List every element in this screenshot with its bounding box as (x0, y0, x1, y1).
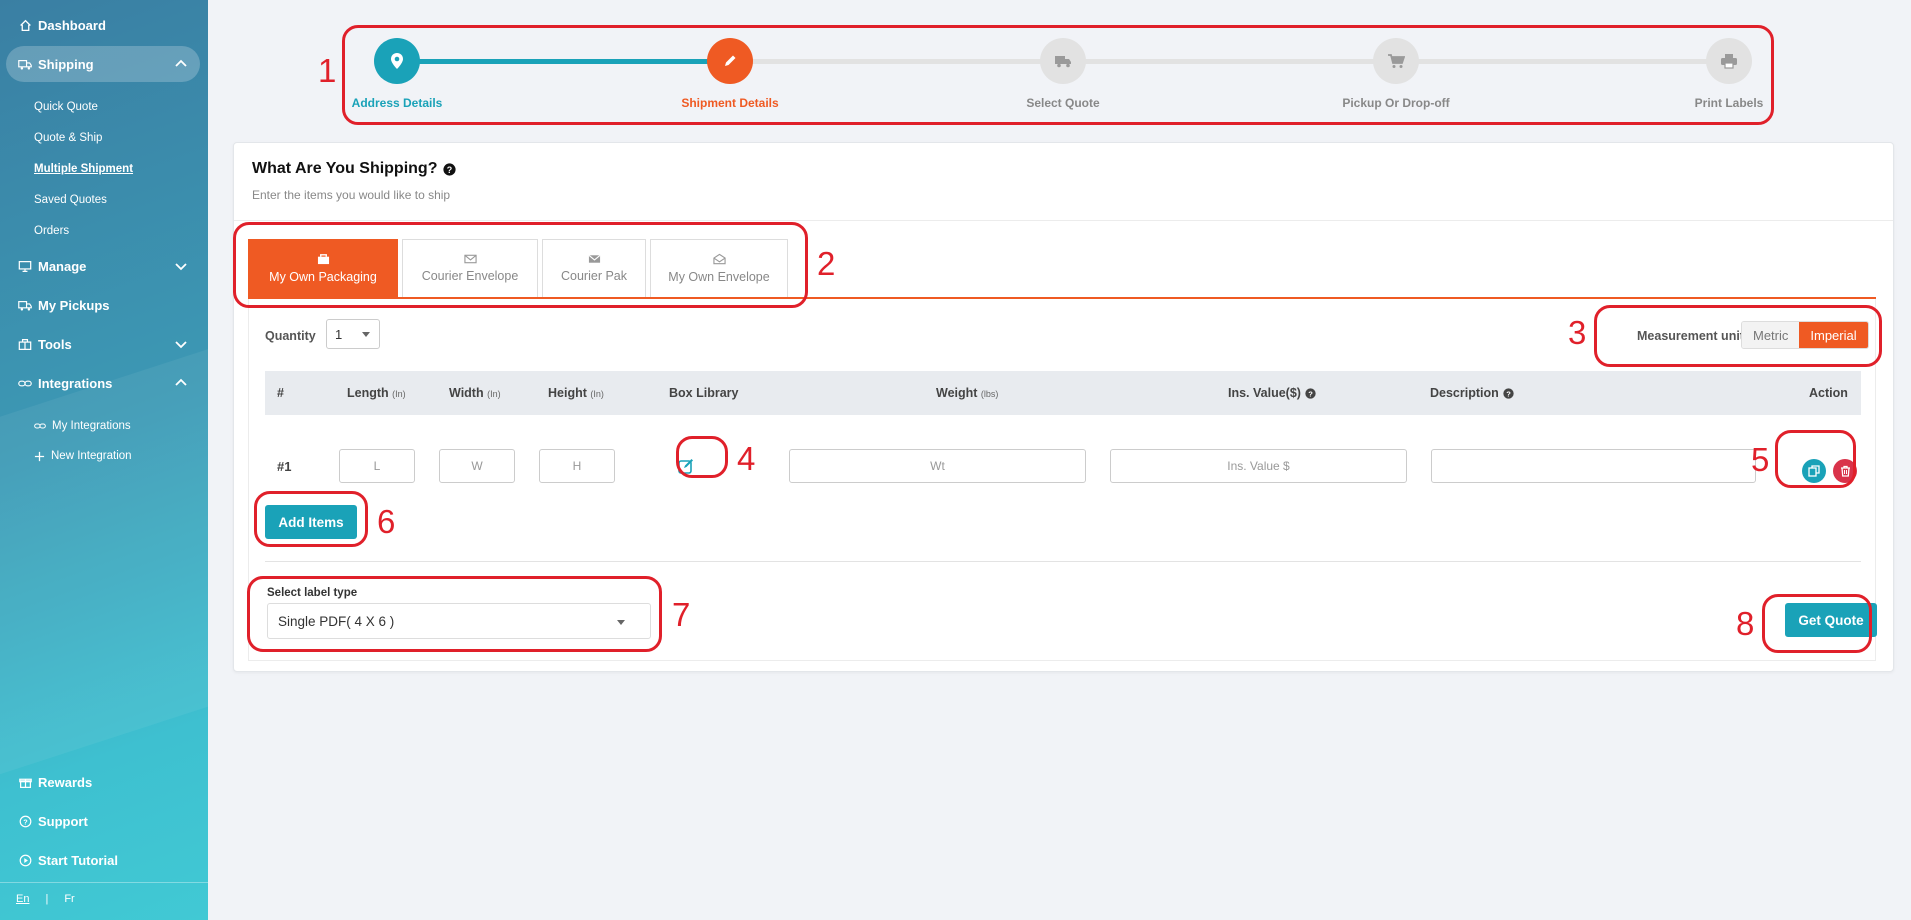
sidebar-subitem-orders[interactable]: Orders (34, 225, 69, 237)
lang-en-link[interactable]: En (16, 893, 29, 905)
col-header-ins-value: Ins. Value($) ? (1228, 386, 1316, 400)
caret-down-icon (362, 332, 370, 337)
sidebar-subitem-saved-quotes[interactable]: Saved Quotes (34, 194, 107, 206)
sidebar-item-integrations[interactable]: Integrations (6, 365, 200, 401)
card-title: What Are You Shipping? ? (252, 160, 1875, 178)
sidebar-subitem-new-integration[interactable]: New Integration (34, 450, 132, 462)
quantity-label: Quantity (265, 329, 316, 343)
chevron-down-icon (175, 263, 187, 271)
divider (265, 561, 1861, 562)
height-input[interactable]: H (539, 449, 615, 483)
sidebar-subitem-label: My Integrations (52, 420, 131, 432)
sidebar-item-label: Support (38, 813, 88, 829)
insurance-value-input[interactable]: Ins. Value $ (1110, 449, 1407, 483)
annotation-number-6: 6 (377, 503, 396, 540)
sidebar-item-label: Tools (38, 336, 72, 352)
annotation-box-1 (342, 25, 1774, 125)
weight-input[interactable]: Wt (789, 449, 1086, 483)
sidebar-item-rewards[interactable]: Rewards (6, 764, 200, 800)
description-input[interactable] (1431, 449, 1756, 483)
play-circle-icon (18, 853, 32, 867)
sidebar-subitem-multiple-shipment[interactable]: Multiple Shipment (34, 163, 133, 175)
annotation-box-2 (233, 222, 808, 308)
table-header: # Length (In) Width (In) Height (In) Box… (265, 371, 1861, 415)
length-input[interactable]: L (339, 449, 415, 483)
help-circle-icon[interactable]: ? (1305, 387, 1316, 399)
svg-text:?: ? (1506, 389, 1511, 398)
annotation-number-8: 8 (1736, 605, 1755, 642)
card-header: What Are You Shipping? ? Enter the items… (234, 143, 1893, 221)
chevron-up-icon (175, 378, 187, 386)
link-icon (34, 423, 46, 429)
sidebar-item-label: Manage (38, 258, 87, 274)
plus-icon (34, 451, 45, 461)
col-header-width: Width (In) (449, 386, 501, 400)
page-title: What Are You Shipping? (252, 160, 438, 177)
monitor-icon (18, 259, 32, 273)
svg-text:?: ? (23, 817, 28, 826)
col-header-weight: Weight (lbs) (936, 386, 999, 400)
annotation-number-5: 5 (1751, 441, 1770, 478)
sidebar: Dashboard Shipping Quick Quote Quote & S… (0, 0, 208, 920)
language-switcher: En | Fr (0, 882, 208, 905)
annotation-box-5 (1775, 430, 1856, 488)
col-header-length: Length (In) (347, 386, 406, 400)
col-header-description: Description ? (1430, 386, 1514, 400)
svg-text:?: ? (447, 164, 452, 174)
truck-icon (18, 57, 32, 71)
sidebar-item-dashboard[interactable]: Dashboard (6, 7, 200, 43)
sidebar-item-manage[interactable]: Manage (6, 248, 200, 284)
chevron-down-icon (175, 341, 187, 349)
sidebar-item-start-tutorial[interactable]: Start Tutorial (6, 842, 200, 878)
sidebar-item-label: My Pickups (38, 297, 110, 313)
sidebar-item-label: Dashboard (38, 17, 106, 33)
sidebar-subitem-my-integrations[interactable]: My Integrations (34, 420, 131, 432)
card-subtitle: Enter the items you would like to ship (252, 188, 451, 202)
annotation-number-4: 4 (737, 440, 756, 477)
width-input[interactable]: W (439, 449, 515, 483)
sidebar-item-label: Integrations (38, 375, 113, 391)
annotation-box-3 (1594, 305, 1882, 367)
col-header-num: # (277, 386, 284, 400)
sidebar-item-my-pickups[interactable]: My Pickups (6, 287, 200, 323)
col-header-height: Height (In) (548, 386, 604, 400)
annotation-number-1: 1 (318, 52, 337, 89)
sidebar-item-tools[interactable]: Tools (6, 326, 200, 362)
help-circle-icon[interactable]: ? (443, 162, 457, 176)
lang-separator: | (45, 893, 49, 905)
annotation-box-7 (247, 576, 662, 652)
quantity-select[interactable]: 1 (326, 319, 380, 349)
quantity-value: 1 (335, 327, 343, 342)
annotation-number-7: 7 (672, 596, 691, 633)
col-header-action: Action (1809, 386, 1848, 400)
annotation-box-8 (1762, 594, 1872, 653)
sidebar-item-support[interactable]: ? Support (6, 803, 200, 839)
help-circle-icon: ? (18, 814, 32, 828)
annotation-number-3: 3 (1568, 314, 1587, 351)
svg-text:?: ? (1308, 389, 1313, 398)
truck-icon (18, 298, 32, 312)
sidebar-item-label: Shipping (38, 56, 94, 72)
gift-icon (18, 775, 32, 789)
annotation-box-4 (676, 436, 728, 478)
sidebar-subitem-quote-ship[interactable]: Quote & Ship (34, 132, 102, 144)
sidebar-subitem-label: New Integration (51, 450, 132, 462)
annotation-box-6 (254, 491, 368, 547)
home-icon (18, 18, 32, 32)
col-header-box-library: Box Library (669, 386, 739, 400)
annotation-number-2: 2 (817, 245, 836, 282)
sidebar-item-shipping[interactable]: Shipping (6, 46, 200, 82)
link-icon (18, 376, 32, 390)
lang-fr-link[interactable]: Fr (64, 893, 74, 905)
chevron-up-icon (175, 59, 187, 67)
sidebar-item-label: Rewards (38, 774, 93, 790)
toolbox-icon (18, 337, 32, 351)
row-number: #1 (277, 459, 292, 474)
help-circle-icon[interactable]: ? (1503, 387, 1514, 399)
sidebar-item-label: Start Tutorial (38, 852, 118, 868)
sidebar-subitem-quick-quote[interactable]: Quick Quote (34, 101, 98, 113)
